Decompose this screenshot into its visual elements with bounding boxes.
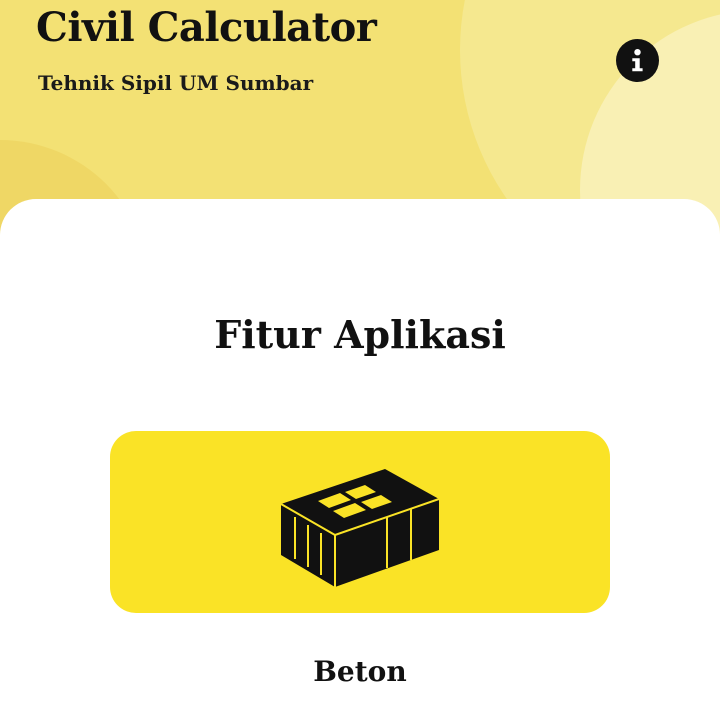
app-title: Civil Calculator bbox=[36, 4, 377, 51]
info-button[interactable] bbox=[616, 39, 659, 82]
feature-card-beton[interactable] bbox=[110, 431, 610, 613]
concrete-block-icon bbox=[280, 469, 440, 587]
feature-label-beton: Beton bbox=[313, 655, 407, 688]
section-title: Fitur Aplikasi bbox=[214, 312, 506, 357]
app-subtitle: Tehnik Sipil UM Sumbar bbox=[38, 71, 314, 95]
main-content: Fitur Aplikasi Beton bbox=[0, 199, 720, 702]
info-icon bbox=[632, 49, 643, 72]
